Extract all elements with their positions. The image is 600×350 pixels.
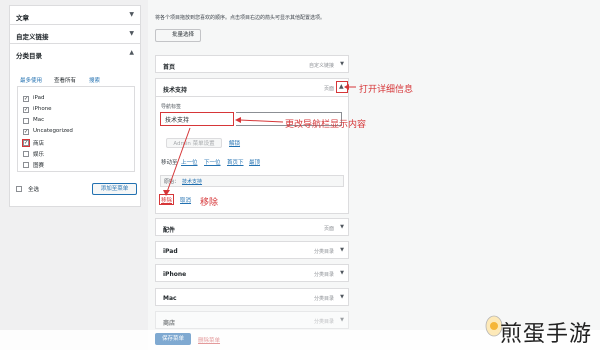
arrow-head — [344, 84, 349, 90]
arrow-to-remove — [166, 127, 191, 193]
annotation-change-nav: 更改导航栏显示内容 — [285, 120, 367, 130]
arrow-head — [163, 190, 170, 196]
arrow-to-nav-label — [239, 119, 284, 123]
annotation-arrows — [163, 84, 356, 196]
annotation-remove: 移除 — [200, 198, 219, 208]
annotation-open-details: 打开详细信息 — [359, 85, 414, 95]
watermark-text: 煎蛋手游 — [500, 322, 593, 347]
arrow-head — [235, 117, 241, 123]
